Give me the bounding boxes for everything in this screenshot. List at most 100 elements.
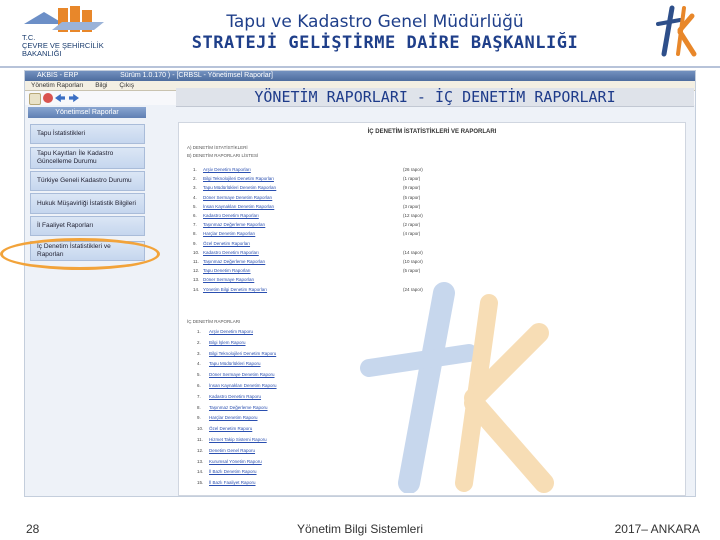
report-link[interactable]: Döner Sermaye Denetim Raporu — [209, 372, 275, 377]
alert-icon[interactable] — [43, 93, 53, 103]
report-row-num: 9. — [193, 240, 197, 246]
report-link[interactable]: Tapu Denetim Raporları — [203, 268, 251, 273]
tkgm-logo-icon — [656, 5, 697, 57]
report-row-num: 5. — [193, 203, 197, 209]
window-title: AKBIS - ERP — [37, 72, 79, 79]
report-row-num: 1. — [193, 167, 197, 172]
sidebar-item-hukuk-musavirligi[interactable]: Hukuk Müşavirliği İstatistik Bilgileri — [30, 193, 145, 214]
report-row-num: 10. — [197, 426, 204, 432]
sidebar-item-il-faaliyet[interactable]: İl Faaliyet Raporları — [30, 216, 145, 236]
report-row: 1. Arşiv Denetim Raporları (26 rapor) — [193, 167, 423, 174]
back-arrow-icon[interactable] — [55, 93, 65, 103]
report-link[interactable]: İl Bazlı Faaliyet Raporu — [209, 480, 256, 485]
report-row: 13. Döner Sermaye Raporları — [193, 277, 254, 284]
report-row-stat: (2 rapor) — [403, 222, 421, 228]
report-row: 10. Kadastro Denetim Raporları (14 rapor) — [193, 249, 423, 257]
report-row-num: 13. — [197, 458, 204, 464]
report-link[interactable]: Döner Sermaye Raporları — [203, 277, 254, 282]
report-row-num: 5. — [197, 372, 201, 378]
report-row-num: 12. — [197, 447, 204, 453]
report-row-num: 7. — [193, 222, 197, 228]
report-link[interactable]: Kadastro Denetim Raporları — [203, 250, 259, 255]
report-row: 14. Yönetim Bilgi Denetim Raporları (24 ra… — [193, 286, 423, 294]
report-link[interactable]: İnsan Kaynakları Denetim Raporu — [209, 383, 277, 388]
window-titlebar: AKBIS - ERP Sürüm 1.0.170 ) - [CRBSL - Y… — [25, 71, 695, 81]
report-row: 11. Taşınmaz Değerleme Raporları (10 rapor… — [193, 259, 423, 266]
menu-info[interactable]: Bilgi — [95, 82, 107, 89]
report-link[interactable]: Arşiv Denetim Raporları — [203, 167, 251, 172]
report-row-stat: (1 rapor) — [403, 176, 421, 182]
report-row-num: 8. — [197, 404, 201, 410]
report-link[interactable]: Harçlar Denetim Raporları — [203, 231, 255, 236]
report-link[interactable]: İl Bazlı Denetim Raporu — [209, 469, 257, 474]
report-row-num: 6. — [197, 383, 201, 388]
report-link[interactable]: Kadastro Denetim Raporu — [209, 394, 261, 399]
menu-exit[interactable]: Çıkış — [119, 82, 134, 89]
report-row: 6. Kadastro Denetim Raporları (12 rapor) — [193, 213, 423, 220]
report-row: 10. Özel Denetim Raporu — [197, 426, 252, 433]
report-row-stat: (12 rapor) — [403, 213, 423, 218]
report-link[interactable]: Tapu Müdürlükleri Raporu — [209, 361, 261, 366]
report-row-num: 11. — [193, 259, 199, 264]
report-link[interactable]: İnsan Kaynakları Denetim Raporları — [203, 204, 274, 209]
report-link[interactable]: Taşınmaz Değerleme Raporları — [203, 259, 265, 264]
report-row-num: 12. — [193, 268, 200, 274]
report-row-num: 6. — [193, 213, 197, 218]
report-title: İÇ DENETİM İSTATİSTİKLERİ VE RAPORLARI — [367, 129, 497, 135]
report-row: 2. Bilgi Teknolojileri Denetim Raporları (… — [193, 176, 420, 183]
report-link[interactable]: Taşınmaz Değerleme Raporları — [203, 222, 265, 227]
home-icon[interactable] — [29, 93, 41, 105]
report-link[interactable]: Hizmet Takip Sistemi Raporu — [209, 437, 267, 442]
report-row-num: 10. — [193, 249, 200, 255]
forward-arrow-icon[interactable] — [69, 93, 79, 103]
header-title: Tapu ve Kadastro Genel Müdürlüğü — [226, 12, 524, 32]
report-link[interactable]: Arşiv Denetim Raporu — [209, 329, 253, 334]
report-link[interactable]: Tapu Müdürlükleri Denetim Raporları — [203, 185, 276, 190]
page-number: 28 — [26, 522, 40, 536]
report-link[interactable]: Taşınmaz Değerleme Raporu — [209, 405, 268, 410]
footer-right-text: 2017– ANKARA — [614, 522, 700, 536]
sidebar-item-tapu-istatistikleri[interactable]: Tapu İstatistikleri — [30, 124, 145, 144]
report-link[interactable]: Özel Denetim Raporu — [209, 426, 252, 431]
report-row-num: 7. — [197, 393, 201, 399]
ministry-logo: T.C. ÇEVRE VE ŞEHİRCİLİK BAKANLIĞI — [14, 4, 124, 62]
report-row: 15. İl Bazlı Faaliyet Raporu — [197, 480, 256, 487]
window-title-detail: Sürüm 1.0.170 ) - [CRBSL - Yönetimsel Ra… — [120, 72, 273, 79]
footer-center-text: Yönetim Bilgi Sistemleri — [296, 522, 424, 536]
report-row-stat: (3 rapor) — [403, 203, 421, 209]
report-row: 14. İl Bazlı Denetim Raporu — [197, 469, 257, 476]
report-row: 3. Tapu Müdürlükleri Denetim Raporları (9 … — [193, 185, 420, 192]
report-row-num: 14. — [193, 286, 200, 292]
report-link[interactable]: Yönetim Bilgi Denetim Raporları — [203, 287, 267, 292]
tkgm-logo — [650, 2, 710, 62]
report-row: 13. Kurumsal Yönetim Raporu — [197, 459, 262, 466]
sidebar-item-kadastro-guncelleme[interactable]: Tapu Kayıtları İle Kadastro Güncelleme D… — [30, 147, 145, 169]
header-divider — [0, 66, 720, 68]
report-link[interactable]: Bilgi Teknolojileri Denetim Raporları — [203, 176, 274, 181]
report-row: 12. Tapu Denetim Raporları (5 rapor) — [193, 268, 420, 275]
sidebar-item-kadastro-durumu[interactable]: Türkiye Geneli Kadastro Durumu — [30, 171, 145, 191]
report-section-a: A) DENETİM İSTATİSTİKLERİ — [187, 145, 248, 150]
page-title: YÖNETİM RAPORLARI - İÇ DENETİM RAPORLARI — [176, 88, 694, 107]
report-link[interactable]: Kurumsal Yönetim Raporu — [209, 459, 262, 464]
menu-reports[interactable]: Yönetim Raporları — [31, 82, 83, 89]
report-row-num: 15. — [197, 480, 204, 486]
report-link[interactable]: Bilgi Teknolojileri Denetim Raporu — [209, 351, 276, 356]
report-link[interactable]: Denetim Genel Raporu — [209, 448, 255, 453]
report-link[interactable]: Kadastro Denetim Raporları — [203, 213, 259, 218]
report-row-num: 13. — [193, 277, 200, 283]
header-subtitle: STRATEJİ GELİŞTİRME DAİRE BAŞKANLIĞI — [191, 33, 579, 53]
report-row: 12. Denetim Genel Raporu — [197, 448, 255, 455]
report-link[interactable]: Bilgi İşlem Raporu — [209, 340, 246, 345]
report-link[interactable]: Döner Sermaye Denetim Raporları — [203, 195, 272, 200]
report-row: 6. İnsan Kaynakları Denetim Raporu — [197, 383, 277, 390]
sidebar-item-label: Tapu İstatistikleri — [37, 130, 86, 137]
report-row-stat: (10 rapor) — [403, 259, 423, 264]
report-link[interactable]: Harçlar Denetim Raporu — [209, 415, 258, 420]
report-panel: İÇ DENETİM İSTATİSTİKLERİ VE RAPORLARI A… — [178, 122, 686, 496]
report-link[interactable]: Özel Denetim Raporları — [203, 241, 250, 246]
report-row: 9. Özel Denetim Raporları — [193, 241, 250, 248]
report-row-stat: (9 rapor) — [403, 185, 421, 191]
sidebar-header: Yönetimsel Raporlar — [28, 107, 146, 118]
report-row: 7. Taşınmaz Değerleme Raporları (2 rapor) — [193, 222, 420, 229]
